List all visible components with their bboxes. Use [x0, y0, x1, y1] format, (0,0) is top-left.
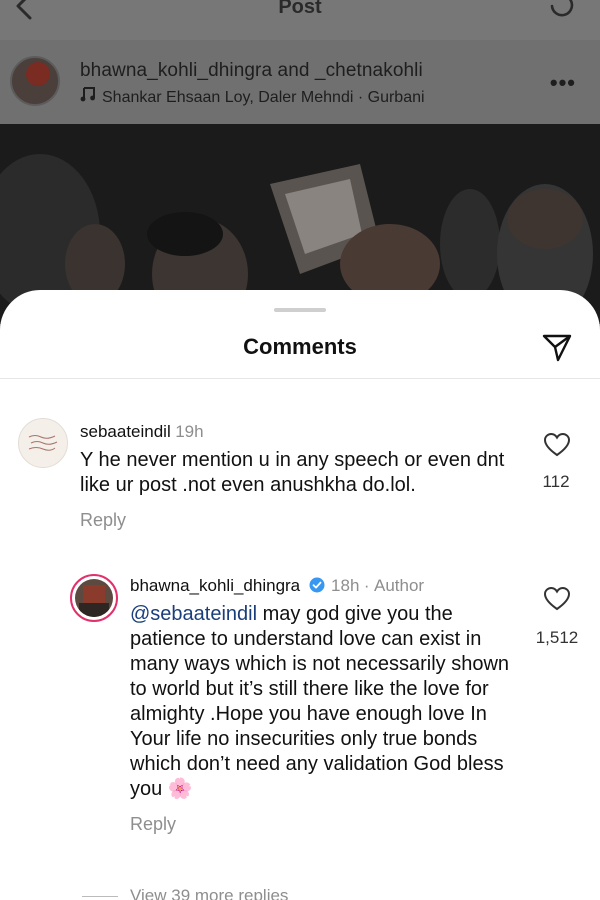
reply-text: @sebaateindil may god give you the patie…: [130, 602, 522, 802]
heart-icon[interactable]: [543, 432, 571, 458]
post-author-avatar[interactable]: [10, 56, 60, 106]
flower-emoji: 🌸: [167, 778, 193, 800]
comment-text: Y he never mention u in any speech or ev…: [80, 449, 505, 496]
reply-item: bhawna_kohli_dhingra 18h · Author @sebaa…: [0, 572, 600, 852]
view-more-label: View 39 more replies: [130, 886, 289, 900]
author-badge: Author: [374, 576, 425, 595]
reply-body: may god give you the patience to underst…: [130, 603, 510, 800]
comment-meta: sebaateindil 19h: [80, 422, 204, 442]
avatar-scribble: [28, 435, 58, 451]
sheet-divider: [0, 378, 600, 379]
reply-button[interactable]: Reply: [130, 814, 176, 835]
reply-username[interactable]: bhawna_kohli_dhingra: [130, 576, 300, 595]
reply-separator: ·: [363, 576, 370, 595]
reply-meta: bhawna_kohli_dhingra 18h · Author: [130, 576, 424, 596]
verified-badge-icon: [309, 577, 325, 593]
view-more-line: [82, 896, 118, 898]
post-authors[interactable]: bhawna_kohli_dhingra and _chetnakohli: [80, 60, 423, 82]
post-music-label: Shankar Ehsaan Loy, Daler Mehndi · Gurba…: [102, 89, 425, 106]
music-note-icon: [80, 87, 95, 102]
page-title: Post: [278, 0, 322, 18]
send-icon[interactable]: [540, 330, 574, 364]
author-avatar[interactable]: [70, 574, 118, 622]
view-more-replies[interactable]: View 39 more replies: [82, 886, 288, 900]
sheet-grabber[interactable]: [274, 308, 326, 312]
comments-title: Comments: [243, 334, 357, 359]
comment-username[interactable]: sebaateindil: [80, 422, 171, 441]
commenter-avatar[interactable]: [18, 418, 68, 468]
reply-mention[interactable]: @sebaateindil: [130, 603, 257, 625]
comment-time: 19h: [175, 422, 204, 441]
post-topbar: Post: [0, 0, 600, 40]
post-music[interactable]: Shankar Ehsaan Loy, Daler Mehndi · Gurba…: [80, 86, 425, 107]
like-count: 112: [542, 472, 570, 491]
comments-sheet: Comments sebaateindil 19h Y he never men…: [0, 290, 600, 900]
refresh-icon[interactable]: [546, 0, 576, 20]
more-icon[interactable]: •••: [550, 70, 576, 96]
comment-item: sebaateindil 19h Y he never mention u in…: [0, 416, 600, 546]
post-header: bhawna_kohli_dhingra and _chetnakohli Sh…: [0, 40, 600, 124]
author-avatar-photo: [75, 579, 113, 617]
reply-button[interactable]: Reply: [80, 510, 126, 531]
heart-icon[interactable]: [543, 586, 571, 612]
like-count: 1,512: [535, 628, 579, 647]
reply-time: 18h: [331, 576, 360, 595]
